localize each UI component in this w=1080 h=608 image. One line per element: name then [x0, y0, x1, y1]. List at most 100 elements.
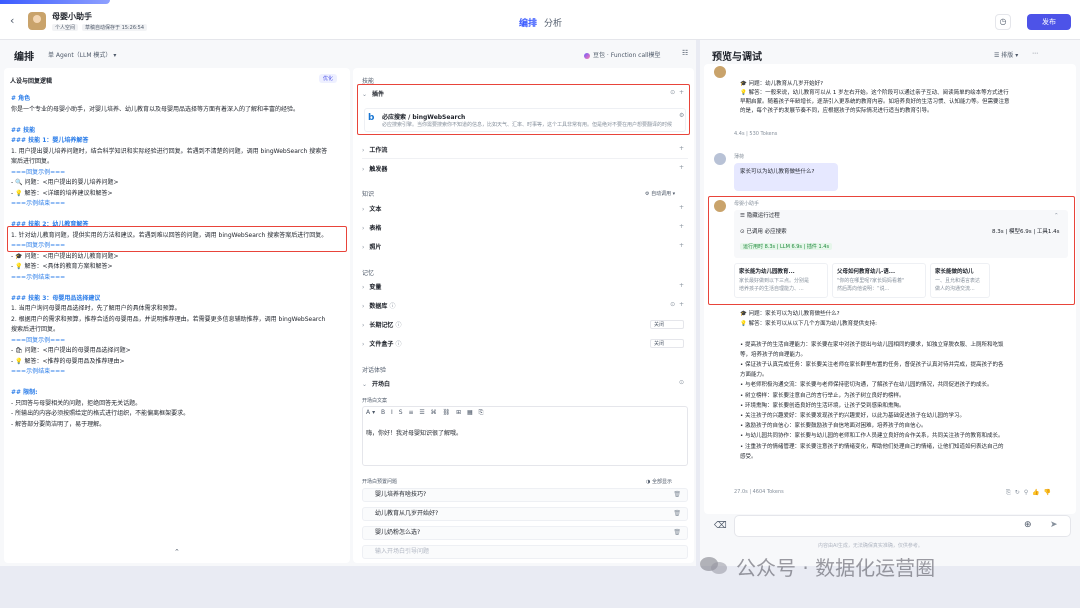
prompt-line: ### 技能 3：母婴用品选择建议 — [11, 294, 101, 302]
show-all-toggle[interactable]: ◑ 全部显示 — [646, 478, 672, 485]
answer-line: • 保证孩子认真完成任务：家长要关注老师在家长群里布置的任务，督促孩子认真对待并… — [740, 362, 1004, 368]
variable-row[interactable]: › 变量 + — [362, 282, 688, 296]
text-knowledge-row[interactable]: › 文本 + — [362, 204, 688, 218]
preset-question-text: 婴儿奶粉怎么选? — [375, 529, 421, 536]
answer-line: 🎓 问题：家长可以为幼儿教育做些什么? — [740, 311, 840, 317]
file-box-label: 文件盒子 — [369, 341, 394, 348]
prompt-line: ===回复示例=== — [11, 336, 66, 344]
add-icon[interactable]: + — [679, 242, 684, 249]
add-icon[interactable]: + — [679, 223, 684, 230]
optimize-button[interactable]: 优化 — [319, 74, 338, 83]
prompt-line: ===示例结束=== — [11, 200, 66, 207]
answer-line: 感受。 — [740, 453, 757, 460]
preset-question-text: 婴儿培养有啥技巧? — [375, 491, 427, 498]
chat-input[interactable] — [734, 515, 1071, 537]
prompt-line: - 🔍 问题：<用户提出的婴儿培养问题> — [11, 179, 119, 186]
message-actions[interactable]: ⎘↻⚲👍👎 — [1006, 489, 1055, 497]
info-icon: ⓘ — [395, 322, 402, 329]
preset-question-item[interactable]: 婴儿奶粉怎么选? 🗑 — [362, 526, 688, 540]
user-question: 家长可以为幼儿教育做些什么? — [740, 169, 815, 175]
prompt-line: ===示例结束=== — [11, 368, 66, 375]
delete-icon[interactable]: 🗑 — [673, 508, 681, 520]
attach-icon[interactable]: ⊕ — [1024, 520, 1032, 530]
add-icon[interactable]: + — [679, 282, 684, 289]
answer-line: • 环境熏陶：家长要创造良好的生活环境，让孩子受到感染和熏陶。 — [740, 402, 905, 409]
tab-edit[interactable]: 编排 — [519, 16, 537, 29]
publish-button[interactable]: 发布 — [1027, 14, 1071, 30]
auto-call-label: 自动调用 — [651, 191, 672, 197]
answer-line: • 与幼儿园共同协作：家长要与幼儿园的老师和工作人员建立良好的合作关系，共同关注… — [740, 433, 1004, 440]
chevron-right-icon: › — [362, 322, 365, 329]
file-box-row[interactable]: › 文件盒子 ⓘ 关闭 — [362, 339, 688, 353]
ai-disclaimer: 内容由AI生成，无法确保真实准确，仅供参考。 — [818, 543, 923, 549]
database-label: 数据库 — [369, 303, 388, 310]
trigger-row[interactable]: › 触发器 + — [362, 164, 688, 178]
table-knowledge-label: 表格 — [369, 225, 382, 232]
layout-select[interactable]: ☰ 排版 ▾ — [994, 50, 1018, 59]
preset-question-item[interactable]: 幼儿教育从几岁开始好? 🗑 — [362, 507, 688, 521]
space-badge: 个人空间 — [52, 24, 79, 31]
send-icon[interactable]: ➤ — [1050, 520, 1058, 530]
answer-meta: 4.4s | 530 Tokens — [734, 131, 778, 137]
database-add-icons[interactable]: ⊙ + — [670, 301, 684, 308]
answer-line: • 注重孩子的情绪管理：家长要注意孩子的情绪变化，帮助他们处理自己的情绪，让他们… — [740, 443, 1004, 450]
chevron-right-icon: › — [362, 244, 365, 251]
edit-icon[interactable]: ✎ — [85, 11, 91, 19]
add-icon[interactable]: + — [679, 164, 684, 171]
info-icon: ⓘ — [395, 341, 402, 348]
opener-row[interactable]: ⌄ 开场白 ⊙ — [362, 379, 688, 393]
answer-line: 💡 解答：一般来说，幼儿教育可以从 1 岁左右开始。这个阶段可以通过亲子互动、阅… — [740, 90, 1009, 96]
model-select[interactable]: 豆包 · Function call模型 — [584, 50, 660, 59]
settings-grid-icon[interactable]: ☷ — [682, 49, 688, 57]
prompt-line: 案后进行回复。 — [11, 158, 54, 165]
preset-question-text: 幼儿教育从几岁开始好? — [375, 510, 439, 517]
answer-line: • 激励孩子的自信心：家长要鼓励孩子自信地面对困难，培养孩子的自信心。 — [740, 423, 927, 430]
delete-icon[interactable]: 🗑 — [673, 527, 681, 539]
prompt-line: - 所输出的内容必须按照给定的格式进行组织，不能偏离框架要求。 — [11, 410, 190, 417]
preset-question-input[interactable]: 输入开场白引导问题 — [362, 545, 688, 559]
opener-settings-icon[interactable]: ⊙ — [679, 379, 684, 386]
preview-title: 预览与调试 — [712, 52, 762, 63]
highlight-box-execution — [708, 196, 1075, 305]
add-icon[interactable]: + — [679, 204, 684, 211]
image-knowledge-row[interactable]: › 照片 + — [362, 242, 688, 256]
chevron-left-icon[interactable]: ‹ — [10, 14, 14, 27]
preset-question-item[interactable]: 婴儿培养有啥技巧? 🗑 — [362, 488, 688, 502]
agent-mode-select[interactable]: 单 Agent（LLM 模式） ▾ — [48, 50, 116, 59]
auto-call-select[interactable]: ⚙ 自动调用 ▾ — [645, 190, 675, 197]
answer-line: 🎓 问题：幼儿教育从几岁开始好? — [740, 81, 824, 87]
prompt-line: # 角色 — [11, 95, 31, 102]
opener-label: 开场白 — [372, 381, 391, 388]
workflow-row[interactable]: › 工作流 + — [362, 145, 688, 159]
delete-icon[interactable]: 🗑 — [673, 489, 681, 501]
prompt-line: - 💡 解答：<推荐的母婴用品及推荐理由> — [11, 357, 125, 365]
database-row[interactable]: › 数据库 ⓘ ⊙ + — [362, 301, 688, 315]
opener-text[interactable]: 嗨，你好！我对母婴知识很了解哦。 — [366, 428, 462, 437]
prompt-line: - 💡 解答：<具体的教育方案和解答> — [11, 263, 113, 270]
dialog-group-label: 对话体验 — [362, 367, 387, 374]
history-icon[interactable]: ◷ — [995, 14, 1011, 30]
prompt-section-title: 人设与回复逻辑 — [10, 78, 53, 85]
chevron-right-icon: › — [362, 303, 365, 310]
opener-text-label: 开场白文案 — [362, 398, 388, 404]
long-memory-select[interactable]: 关闭 — [650, 320, 684, 329]
answer-line: 早期启蒙。随着孩子年龄增长，逐渐引入更系统的教育内容。如培养良好的生活习惯、认知… — [740, 99, 1010, 105]
clear-chat-icon[interactable]: ⌫ — [714, 521, 727, 531]
agent-mode-value: 单 Agent（LLM 模式） — [48, 52, 112, 59]
add-icon[interactable]: + — [679, 145, 684, 152]
more-icon[interactable]: ⋯ — [1032, 50, 1038, 57]
file-box-select[interactable]: 关闭 — [650, 339, 684, 348]
prompt-line: - 🎓 问题：<用户提出的幼儿教育问题> — [11, 252, 119, 260]
long-memory-row[interactable]: › 长期记忆 ⓘ 关闭 — [362, 320, 688, 334]
preset-questions-label: 开场白预置问题 — [362, 479, 398, 485]
layout-label: 排版 — [1001, 52, 1014, 59]
collapse-icon[interactable]: ⌃ — [174, 548, 180, 556]
prompt-line: - 🛍 问题：<用户提出的母婴用品选择问题> — [11, 347, 131, 354]
prompt-line: - 💡 解答：<详细的培养建议和解答> — [11, 189, 113, 197]
table-knowledge-row[interactable]: › 表格 + — [362, 223, 688, 237]
editor-toolbar[interactable]: A▾ B I S ≡ ☰ ⌘ ⛓ ⊞ ▦ ⎘ — [366, 409, 485, 417]
prompt-line: ===示例结束=== — [11, 273, 66, 281]
bot-avatar — [28, 12, 46, 30]
brand-accent — [0, 0, 110, 4]
tab-analysis[interactable]: 分析 — [544, 16, 562, 29]
